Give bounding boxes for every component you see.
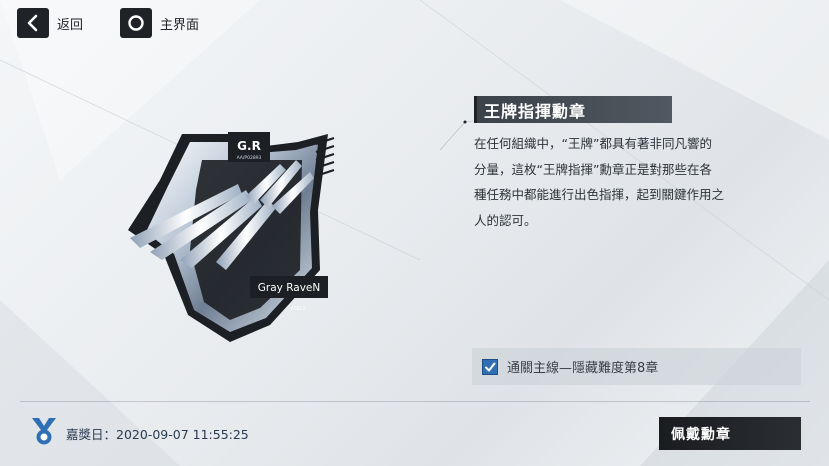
back-label: 返回 — [57, 17, 84, 33]
description-line: 人的認可。 — [474, 212, 537, 228]
badge-name-plate: Gray RaveN — [258, 282, 320, 294]
back-icon — [17, 8, 49, 38]
medal-ribbon-icon — [30, 416, 58, 450]
medal-badge-image: G.R AA/P02893 Gray RaveN AT013 — [120, 120, 340, 350]
unlock-condition-text: 通關主線—隱藏難度第8章 — [507, 361, 659, 376]
equip-medal-label: 佩戴勳章 — [671, 426, 731, 443]
equip-medal-button[interactable]: 佩戴勳章 — [659, 417, 804, 450]
description-line: 種任務中都能進行出色指揮，起到關鍵作用之 — [474, 187, 725, 202]
unlock-condition-panel: 通關主線—隱藏難度第8章 — [472, 348, 801, 385]
footer-divider — [20, 401, 810, 402]
medal-title-bar: 王牌指揮勳章 — [474, 96, 672, 123]
home-label: 主界面 — [160, 17, 200, 33]
top-bar: 返回 主界面 — [0, 0, 829, 46]
award-date-label: 嘉獎日：2020-09-07 11:55:25 — [66, 426, 249, 442]
badge-top-label: G.R — [237, 139, 261, 153]
home-button[interactable]: 主界面 — [120, 8, 199, 38]
award-date-row: 嘉獎日：2020-09-07 11:55:25 — [30, 418, 249, 448]
medal-title: 王牌指揮勳章 — [484, 101, 587, 121]
back-button[interactable]: 返回 — [17, 8, 83, 38]
home-icon — [120, 8, 152, 38]
checkbox-checked-icon — [482, 358, 498, 375]
badge-top-sub: AA/P02893 — [237, 155, 262, 161]
badge-bottom-code: AT013 — [291, 306, 305, 312]
description-line: 分量，這枚“王牌指揮”勳章正是對那些在各 — [474, 161, 712, 177]
medal-description: 在任何組織中，“王牌”都具有著非同凡響的 分量，這枚“王牌指揮”勳章正是對那些在… — [474, 131, 730, 233]
description-line: 在任何組織中，“王牌”都具有著非同凡響的 — [474, 136, 712, 151]
